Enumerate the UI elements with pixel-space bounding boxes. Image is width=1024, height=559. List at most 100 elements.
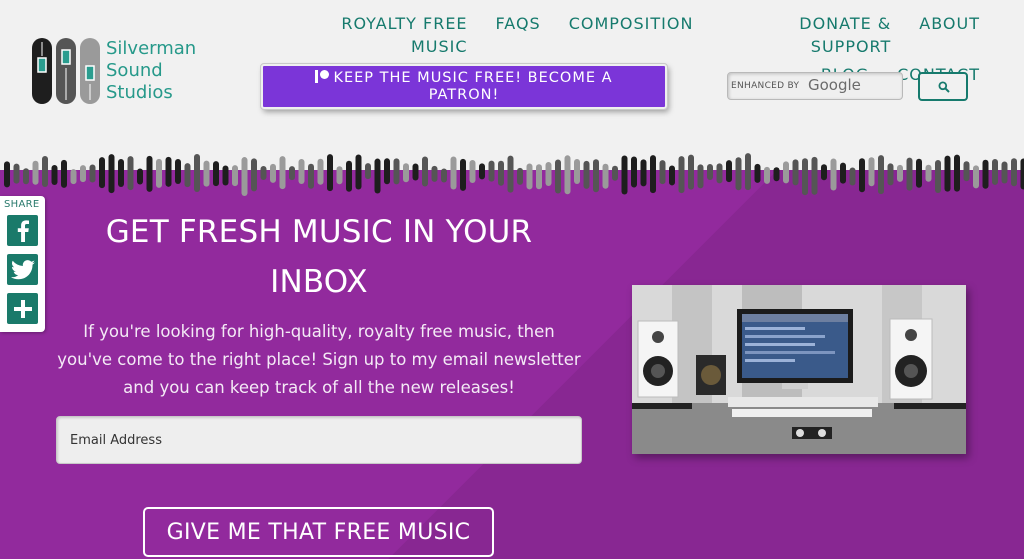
nav-composition[interactable]: COMPOSITION xyxy=(569,12,694,58)
share-facebook-button[interactable] xyxy=(7,215,38,246)
brand-name: Silverman Sound Studios xyxy=(106,38,196,104)
waveform-bar xyxy=(669,165,675,186)
waveform-bar xyxy=(384,158,390,185)
waveform-bar xyxy=(412,163,419,181)
waveform-bar xyxy=(70,169,77,185)
waveform-bar xyxy=(992,158,998,185)
waveform-bar xyxy=(327,154,333,192)
waveform-bar xyxy=(1001,161,1008,184)
waveform-bar xyxy=(507,155,514,193)
brand-line-3: Studios xyxy=(106,82,173,103)
waveform-bar xyxy=(488,160,495,182)
waveform-bar xyxy=(916,158,922,188)
email-field[interactable] xyxy=(56,416,582,464)
waveform-bar xyxy=(108,154,115,194)
studio-photo xyxy=(632,285,966,454)
brand-line-2: Sound xyxy=(106,60,163,81)
waveform-bar xyxy=(175,159,181,185)
studio-illustration xyxy=(632,285,966,454)
waveform-bar xyxy=(925,164,932,182)
waveform-bar xyxy=(184,163,191,188)
waveform-bar xyxy=(954,154,960,192)
waveform-bar xyxy=(811,156,818,195)
waveform-bar xyxy=(51,165,58,186)
nav-faqs[interactable]: FAQS xyxy=(496,12,541,58)
waveform-bar xyxy=(127,156,134,191)
waveform-bar xyxy=(422,156,428,187)
patron-label-line-2: PATRON! xyxy=(428,87,500,103)
waveform-bar xyxy=(279,156,286,190)
waveform-bar xyxy=(887,163,894,186)
waveform-bar xyxy=(13,163,20,184)
signup-headline: GET FRESH MUSIC IN YOUR INBOX xyxy=(60,207,578,307)
waveform-bar xyxy=(878,155,884,195)
waveform-bar xyxy=(80,165,86,183)
signup-description: If you're looking for high-quality, roya… xyxy=(50,318,588,402)
waveform-bar xyxy=(688,154,694,190)
search-button[interactable] xyxy=(918,72,968,101)
logo[interactable]: Silverman Sound Studios xyxy=(30,36,196,106)
nav-row-1: ROYALTY FREE MUSIC FAQS COMPOSITION DONA… xyxy=(260,12,980,58)
waveform-bar xyxy=(99,157,105,189)
waveform-divider-icon xyxy=(4,153,1024,197)
waveform-bar xyxy=(232,165,238,187)
headline-line-2: INBOX xyxy=(270,264,368,300)
waveform-bar xyxy=(251,158,257,192)
waveform-bar xyxy=(1020,158,1024,190)
search-enhanced-by: ENHANCED BY xyxy=(731,81,800,91)
waveform-bar xyxy=(365,163,371,180)
waveform-bar xyxy=(783,161,789,184)
share-label: SHARE xyxy=(4,199,40,210)
waveform-bar xyxy=(441,168,447,183)
headline-line-1: GET FRESH MUSIC IN YOUR xyxy=(105,214,533,250)
waveform-bar xyxy=(317,158,324,185)
waveform-bar xyxy=(308,163,314,189)
waveform-bar xyxy=(241,157,248,197)
lead-line-1: If you're looking for high-quality, roya… xyxy=(83,322,555,341)
become-patron-button[interactable]: KEEP THE MUSIC FREE! BECOME A PATRON! xyxy=(260,63,668,110)
waveform-bar xyxy=(469,159,476,183)
subscribe-button[interactable]: GIVE ME THAT FREE MUSIC xyxy=(143,507,494,557)
waveform-bar xyxy=(935,160,941,194)
waveform-bar xyxy=(42,155,48,187)
waveform-bar xyxy=(517,167,523,185)
waveform-bar xyxy=(89,164,96,183)
waveform-bar xyxy=(32,160,39,185)
waveform-bar xyxy=(61,159,67,188)
waveform-bar xyxy=(678,156,685,194)
twitter-icon xyxy=(10,259,35,279)
waveform-bar xyxy=(526,163,533,190)
waveform-bar xyxy=(735,157,742,191)
waveform-bar xyxy=(289,166,295,181)
waveform-bar xyxy=(194,153,200,192)
waveform-bar xyxy=(640,159,647,187)
waveform-bar xyxy=(764,166,770,184)
waveform-bar xyxy=(697,164,704,189)
waveform-bar xyxy=(498,160,504,186)
nav-donate-support[interactable]: DONATE & SUPPORT xyxy=(721,12,891,58)
facebook-icon xyxy=(17,219,29,242)
search-input[interactable]: ENHANCED BY Google xyxy=(727,72,903,100)
waveform-bar xyxy=(222,165,229,186)
waveform-bar xyxy=(156,158,162,188)
waveform-bar xyxy=(450,156,457,190)
waveform-bar xyxy=(213,161,219,187)
waveform-bar xyxy=(555,159,561,194)
waveform-bar xyxy=(336,166,343,185)
waveform-bar xyxy=(583,160,590,189)
logo-mark-icon xyxy=(32,38,100,104)
waveform-bar xyxy=(479,163,485,180)
waveform-bar xyxy=(346,160,352,192)
waveform-bar xyxy=(355,154,362,190)
waveform-bar xyxy=(564,155,571,195)
waveform-bar xyxy=(545,161,552,186)
nav-about[interactable]: ABOUT xyxy=(919,12,980,58)
nav-royalty-free-music[interactable]: ROYALTY FREE MUSIC xyxy=(288,12,468,58)
waveform-bar xyxy=(973,165,979,189)
share-more-button[interactable] xyxy=(7,293,38,324)
share-twitter-button[interactable] xyxy=(7,254,38,285)
waveform-bar xyxy=(203,160,210,187)
waveform-bar xyxy=(868,157,875,187)
waveform-bar xyxy=(754,163,761,183)
waveform-bar xyxy=(897,164,903,182)
